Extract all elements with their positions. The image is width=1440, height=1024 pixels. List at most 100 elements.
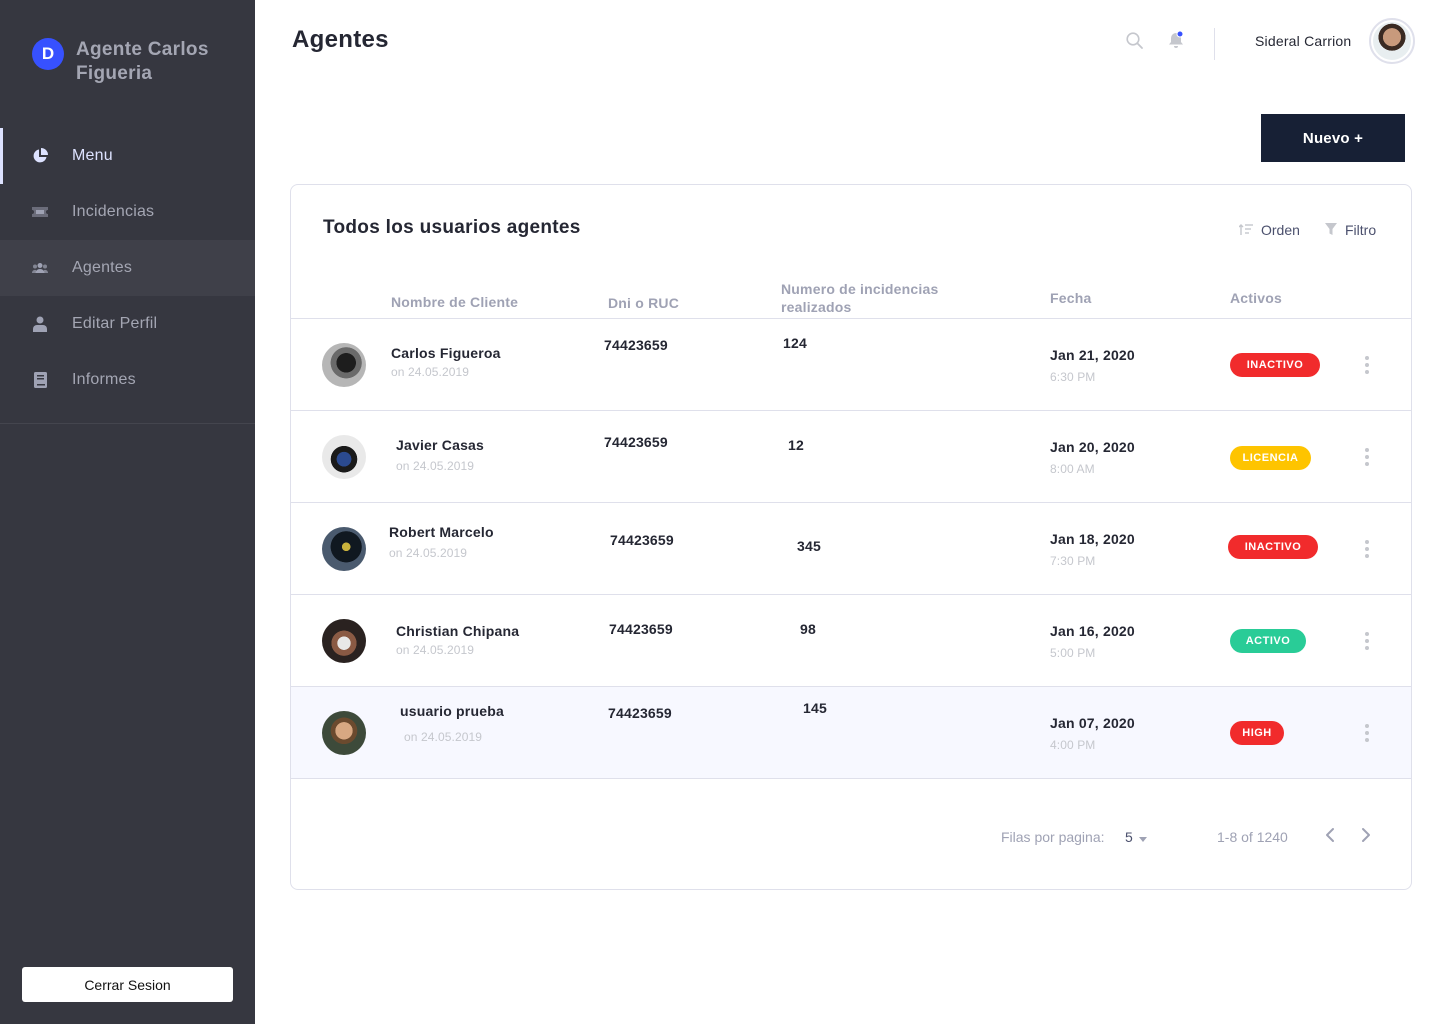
agent-avatar bbox=[322, 711, 366, 755]
book-icon bbox=[32, 372, 48, 388]
sort-button[interactable]: Orden bbox=[1238, 222, 1300, 238]
agent-dni: 74423659 bbox=[604, 337, 668, 353]
bell-icon[interactable] bbox=[1168, 30, 1184, 54]
new-agent-button[interactable]: Nuevo + bbox=[1261, 114, 1405, 162]
sidebar-item-label: Editar Perfil bbox=[72, 315, 158, 332]
agent-incidents: 12 bbox=[788, 437, 804, 453]
rows-per-page-label: Filas por pagina: bbox=[1001, 829, 1105, 845]
more-options-icon[interactable] bbox=[1359, 445, 1375, 469]
filter-icon bbox=[1325, 222, 1337, 238]
pie-chart-icon bbox=[32, 148, 48, 164]
agent-since: on 24.05.2019 bbox=[396, 459, 475, 473]
more-options-icon[interactable] bbox=[1359, 629, 1375, 653]
agent-incidents: 345 bbox=[797, 538, 821, 554]
header-divider bbox=[1214, 28, 1215, 60]
sidebar-item-incidencias[interactable]: Incidencias bbox=[0, 184, 255, 240]
agent-name: Robert Marcelo bbox=[389, 524, 494, 540]
agent-dni: 74423659 bbox=[604, 434, 668, 450]
column-header-dni[interactable]: Dni o RUC bbox=[608, 294, 679, 312]
table-row[interactable]: usuario prueba on 24.05.2019 74423659 14… bbox=[291, 687, 1411, 779]
agent-dni: 74423659 bbox=[608, 705, 672, 721]
filter-label: Filtro bbox=[1345, 222, 1377, 238]
agent-incidents: 98 bbox=[800, 621, 816, 637]
sidebar-divider bbox=[0, 423, 255, 424]
table-row[interactable]: Christian Chipana on 24.05.2019 74423659… bbox=[291, 595, 1411, 687]
sidebar-nav: Menu Incidencias Agentes Editar Perfil I… bbox=[0, 128, 255, 408]
column-header-date[interactable]: Fecha bbox=[1050, 289, 1091, 307]
table-row[interactable]: Robert Marcelo on 24.05.2019 74423659 34… bbox=[291, 503, 1411, 595]
sidebar-item-label: Menu bbox=[72, 147, 113, 164]
agents-table-card: Todos los usuarios agentes Orden Filtro … bbox=[290, 184, 1412, 890]
sidebar-item-informes[interactable]: Informes bbox=[0, 352, 255, 408]
row-time: 6:30 PM bbox=[1050, 370, 1096, 384]
agent-incidents: 145 bbox=[803, 700, 827, 716]
agent-dni: 74423659 bbox=[609, 621, 673, 637]
caret-down-icon bbox=[1138, 829, 1147, 845]
filter-button[interactable]: Filtro bbox=[1325, 222, 1376, 238]
column-header-client[interactable]: Nombre de Cliente bbox=[391, 293, 518, 311]
brand-logo: D bbox=[32, 38, 64, 70]
sidebar-item-editar-perfil[interactable]: Editar Perfil bbox=[0, 296, 255, 352]
sidebar-item-menu[interactable]: Menu bbox=[0, 128, 255, 184]
status-badge: INACTIVO bbox=[1230, 353, 1320, 377]
sidebar: D Agente Carlos Figueria Menu Incidencia… bbox=[0, 0, 255, 1024]
column-header-status[interactable]: Activos bbox=[1230, 289, 1282, 307]
avatar[interactable] bbox=[1369, 18, 1415, 64]
users-icon bbox=[32, 260, 48, 276]
agent-avatar bbox=[322, 527, 366, 571]
row-date: Jan 18, 2020 bbox=[1050, 531, 1135, 547]
agent-dni: 74423659 bbox=[610, 532, 674, 548]
sort-icon bbox=[1238, 222, 1253, 238]
brand-name: Agente Carlos Figueria bbox=[76, 39, 209, 84]
user-name[interactable]: Sideral Carrion bbox=[1255, 33, 1351, 49]
row-date: Jan 21, 2020 bbox=[1050, 347, 1135, 363]
chevron-right-icon[interactable] bbox=[1361, 827, 1371, 848]
agent-avatar bbox=[322, 619, 366, 663]
agent-since: on 24.05.2019 bbox=[391, 365, 470, 379]
more-options-icon[interactable] bbox=[1359, 721, 1375, 745]
rows-per-page-select[interactable]: 5 bbox=[1125, 829, 1147, 845]
agent-name: usuario prueba bbox=[400, 703, 504, 719]
chevron-left-icon[interactable] bbox=[1325, 827, 1335, 848]
row-time: 7:30 PM bbox=[1050, 554, 1096, 568]
table-row[interactable]: Javier Casas on 24.05.2019 74423659 12 J… bbox=[291, 411, 1411, 503]
column-header-incidents-line1: Numero de incidencias bbox=[781, 281, 939, 297]
row-time: 5:00 PM bbox=[1050, 646, 1096, 660]
status-badge: LICENCIA bbox=[1230, 446, 1311, 470]
sidebar-item-agentes[interactable]: Agentes bbox=[0, 240, 255, 296]
pagination-range: 1-8 of 1240 bbox=[1217, 829, 1288, 845]
agent-avatar bbox=[322, 343, 366, 387]
more-options-icon[interactable] bbox=[1359, 537, 1375, 561]
column-header-incidents[interactable]: Numero de incidencias realizados bbox=[781, 280, 938, 316]
agent-name: Javier Casas bbox=[396, 437, 485, 453]
rows-per-page-value: 5 bbox=[1125, 829, 1133, 845]
agent-name: Carlos Figueroa bbox=[391, 345, 501, 361]
row-time: 8:00 AM bbox=[1050, 462, 1095, 476]
sort-label: Orden bbox=[1261, 222, 1300, 238]
logout-button[interactable]: Cerrar Sesion bbox=[22, 967, 233, 1002]
agent-name: Christian Chipana bbox=[396, 623, 520, 639]
agent-avatar bbox=[322, 435, 366, 479]
status-badge: HIGH bbox=[1230, 721, 1284, 745]
ticket-icon bbox=[32, 204, 48, 220]
agent-since: on 24.05.2019 bbox=[389, 546, 468, 560]
column-header-incidents-line2: realizados bbox=[781, 299, 852, 315]
agent-since: on 24.05.2019 bbox=[396, 643, 475, 657]
sidebar-item-label: Incidencias bbox=[72, 203, 155, 220]
agent-incidents: 124 bbox=[783, 335, 807, 351]
sidebar-item-label: Agentes bbox=[72, 259, 133, 276]
page-title: Agentes bbox=[292, 26, 389, 53]
row-date: Jan 16, 2020 bbox=[1050, 623, 1135, 639]
table-row[interactable]: Carlos Figueroa on 24.05.2019 74423659 1… bbox=[291, 319, 1411, 411]
search-icon[interactable] bbox=[1126, 32, 1143, 54]
status-badge: ACTIVO bbox=[1230, 629, 1306, 653]
table-title: Todos los usuarios agentes bbox=[323, 217, 581, 238]
row-date: Jan 07, 2020 bbox=[1050, 715, 1135, 731]
row-date: Jan 20, 2020 bbox=[1050, 439, 1135, 455]
person-icon bbox=[32, 316, 48, 332]
more-options-icon[interactable] bbox=[1359, 353, 1375, 377]
agent-since: on 24.05.2019 bbox=[404, 730, 483, 744]
row-time: 4:00 PM bbox=[1050, 738, 1096, 752]
status-badge: INACTIVO bbox=[1228, 535, 1318, 559]
brand: D Agente Carlos Figueria bbox=[32, 38, 226, 86]
